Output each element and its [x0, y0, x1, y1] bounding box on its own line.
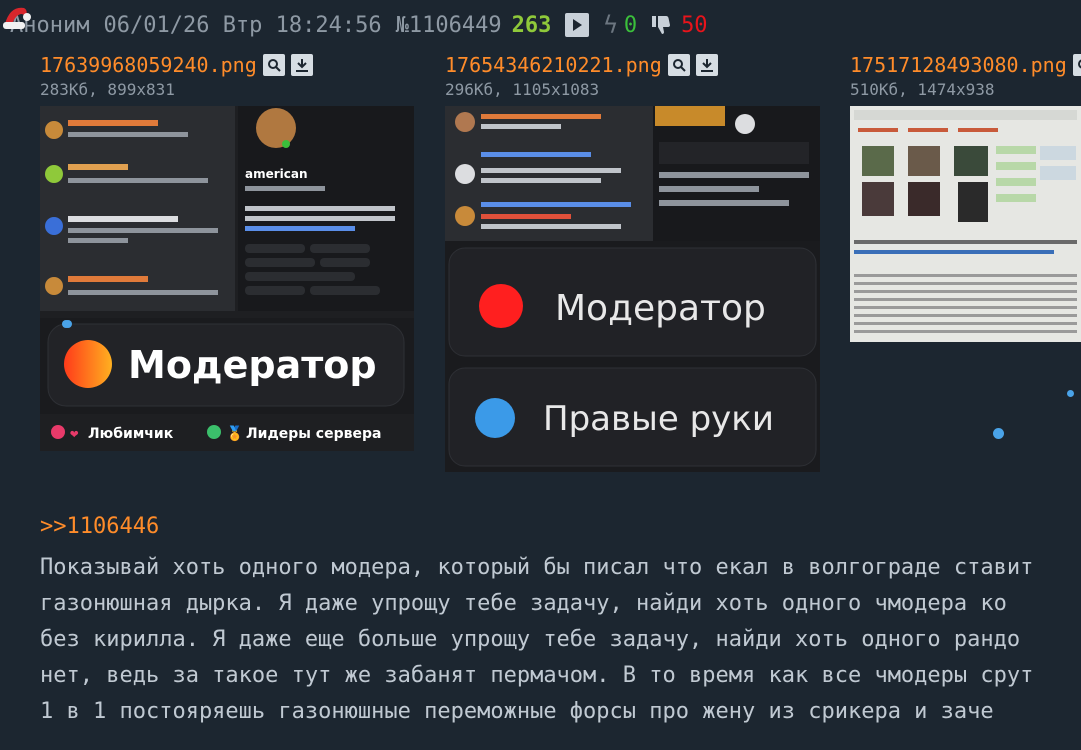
file-meta: 296Кб, 1105x1083: [445, 80, 600, 99]
search-icon: [1077, 59, 1081, 69]
download-icon: [700, 59, 713, 72]
santa-hat-icon: [3, 7, 31, 29]
file-name-link[interactable]: 17639968059240.png: [40, 53, 257, 77]
role-label: Правые руки: [543, 399, 774, 439]
download-button[interactable]: [290, 54, 313, 76]
svg-text:🏅: 🏅: [226, 425, 243, 442]
search-button[interactable]: [667, 54, 690, 76]
chat-screenshot-image: [854, 110, 1077, 333]
snow-dot: [1067, 390, 1074, 397]
snow-dot: [64, 320, 72, 328]
role-label: Модератор: [555, 288, 766, 329]
tag-love-label: Любимчик: [88, 426, 174, 442]
file-attachment: 17654346210221.png 296Кб, 1105x1083: [445, 52, 718, 99]
file-name-link[interactable]: 17517128493080.png: [850, 53, 1067, 77]
post-date: 06/01/26 Втр 18:24:56: [103, 12, 382, 38]
download-button[interactable]: [695, 54, 718, 76]
text-line: 1 в 1 постояряешь газонюшные переможные …: [40, 699, 994, 724]
download-icon: [295, 59, 308, 72]
role-label: Модератор: [128, 343, 377, 387]
text-line: нет, ведь за такое тут же забанят пермач…: [40, 663, 1034, 688]
search-button[interactable]: [1072, 54, 1081, 76]
file-thumbnail[interactable]: american Модератор ❤ Любимчик 🏅 Лидеры с…: [40, 106, 414, 451]
post-body: Показывай хоть одного модера, который бы…: [40, 550, 1081, 730]
profile-name: american: [245, 167, 308, 181]
search-button[interactable]: [262, 54, 285, 76]
file-meta: 283Кб, 899x831: [40, 80, 175, 99]
play-button[interactable]: [565, 13, 590, 37]
discord-screenshot-image: Модератор Правые руки: [445, 106, 820, 467]
play-icon: [573, 19, 583, 31]
svg-text:❤: ❤: [70, 426, 79, 442]
file-meta: 510Кб, 1474x938: [850, 80, 995, 99]
file-attachment: 17639968059240.png 283Кб, 899x831: [40, 52, 313, 99]
file-thumbnail[interactable]: Модератор Правые руки: [445, 106, 820, 472]
search-icon: [267, 59, 281, 72]
file-attachment: 17517128493080.png 510Кб, 1474x938: [850, 52, 1081, 99]
snow-dot: [993, 428, 1004, 439]
text-line: газонюшная дырка. Я даже упрощу тебе зад…: [40, 591, 1007, 616]
text-line: без кирилла. Я даже еще больше упрощу те…: [40, 627, 1021, 652]
dislike-icon[interactable]: [651, 13, 675, 37]
discord-screenshot-image: american Модератор ❤ Любимчик 🏅 Лидеры с…: [40, 106, 414, 442]
like-count: 0: [623, 12, 638, 38]
tag-leaders-label: Лидеры сервера: [246, 426, 381, 442]
post-number[interactable]: №1106449: [396, 13, 502, 38]
reply-link[interactable]: >>1106446: [40, 514, 159, 539]
lightning-icon[interactable]: ϟ: [603, 11, 617, 39]
file-thumbnail[interactable]: [850, 106, 1081, 342]
reply-count: 263: [511, 12, 552, 38]
post-header: Аноним 06/01/26 Втр 18:24:56 №1106449 26…: [0, 7, 708, 42]
search-icon: [672, 59, 686, 72]
text-line: Показывай хоть одного модера, который бы…: [40, 555, 1034, 580]
file-name-link[interactable]: 17654346210221.png: [445, 53, 662, 77]
dislike-count: 50: [681, 12, 708, 38]
